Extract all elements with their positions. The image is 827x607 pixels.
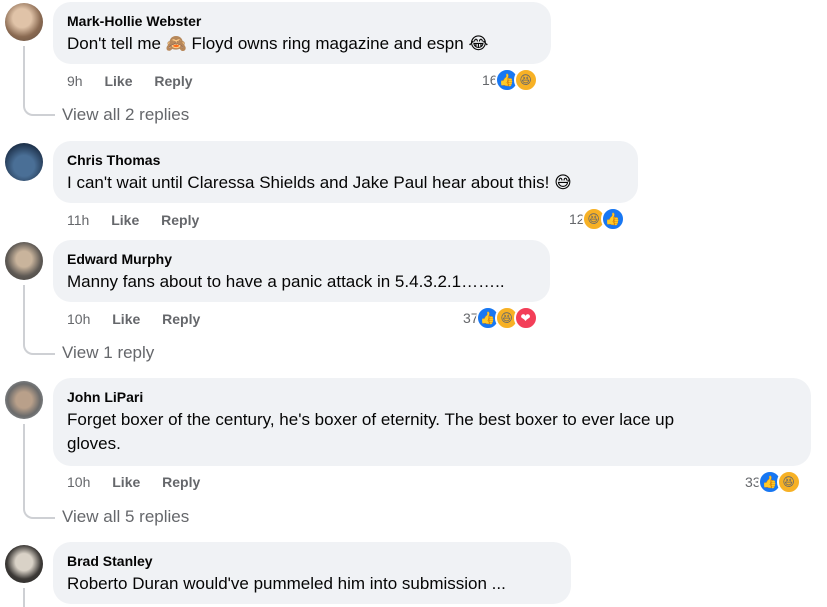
reply-button[interactable]: Reply <box>162 311 200 327</box>
comment-author[interactable]: Chris Thomas <box>67 151 624 169</box>
comment-time[interactable]: 11h <box>67 212 89 228</box>
thread-line <box>23 588 25 607</box>
avatar[interactable] <box>5 545 43 583</box>
comment-bubble: Mark-Hollie Webster Don't tell me 🙈 Floy… <box>53 2 551 64</box>
like-button[interactable]: Like <box>112 474 140 490</box>
haha-reaction-icon: 😆 <box>776 470 801 494</box>
comment-bubble: Brad Stanley Roberto Duran would've pumm… <box>53 542 571 604</box>
comment-time[interactable]: 10h <box>67 474 90 490</box>
comment-bubble: John LiPari Forget boxer of the century,… <box>53 378 811 466</box>
thread-connector <box>23 94 55 116</box>
comment-text-line2: gloves. <box>67 434 121 453</box>
comment-author[interactable]: Mark-Hollie Webster <box>67 12 537 30</box>
love-reaction-icon: ❤ <box>513 306 538 330</box>
comment-bubble: Edward Murphy Manny fans about to have a… <box>53 240 550 302</box>
thread-connector <box>23 497 55 519</box>
comment-actions: 11h Like Reply <box>67 210 217 230</box>
reactions[interactable]: 33 👍 😆 <box>745 470 801 494</box>
like-button[interactable]: Like <box>112 311 140 327</box>
comment-author[interactable]: Edward Murphy <box>67 250 536 268</box>
comment-author[interactable]: John LiPari <box>67 388 797 406</box>
comment-text: I can't wait until Claressa Shields and … <box>67 173 572 192</box>
comment-actions: 9h Like Reply <box>67 71 211 91</box>
view-replies-link[interactable]: View all 2 replies <box>62 105 189 125</box>
comment-text: Manny fans about to have a panic attack … <box>67 272 505 291</box>
comment-time[interactable]: 9h <box>67 73 83 89</box>
thread-connector <box>23 333 55 355</box>
reactions[interactable]: 12 😆 👍 <box>569 207 625 231</box>
comment-bubble: Chris Thomas I can't wait until Claressa… <box>53 141 638 203</box>
haha-reaction-icon: 😆 <box>513 68 538 92</box>
comment-text-line1: Forget boxer of the century, he's boxer … <box>67 410 675 429</box>
comment-actions: 10h Like Reply <box>67 472 218 492</box>
avatar[interactable] <box>5 242 43 280</box>
avatar[interactable] <box>5 143 43 181</box>
comment-author[interactable]: Brad Stanley <box>67 552 557 570</box>
view-replies-link[interactable]: View 1 reply <box>62 343 154 363</box>
view-replies-link[interactable]: View all 5 replies <box>62 507 189 527</box>
reply-button[interactable]: Reply <box>162 474 200 490</box>
avatar[interactable] <box>5 3 43 41</box>
reply-button[interactable]: Reply <box>154 73 192 89</box>
like-reaction-icon: 👍 <box>600 207 625 231</box>
reactions[interactable]: 16 👍 😆 <box>482 68 538 92</box>
comment-actions: 10h Like Reply <box>67 309 218 329</box>
like-button[interactable]: Like <box>104 73 132 89</box>
comment-text: Don't tell me 🙈 Floyd owns ring magazine… <box>67 34 489 53</box>
thread-line <box>23 424 25 506</box>
reactions[interactable]: 37 👍 😆 ❤ <box>463 306 538 330</box>
avatar[interactable] <box>5 381 43 419</box>
reply-button[interactable]: Reply <box>161 212 199 228</box>
like-button[interactable]: Like <box>111 212 139 228</box>
comment-time[interactable]: 10h <box>67 311 90 327</box>
comment-text: Roberto Duran would've pummeled him into… <box>67 574 506 593</box>
